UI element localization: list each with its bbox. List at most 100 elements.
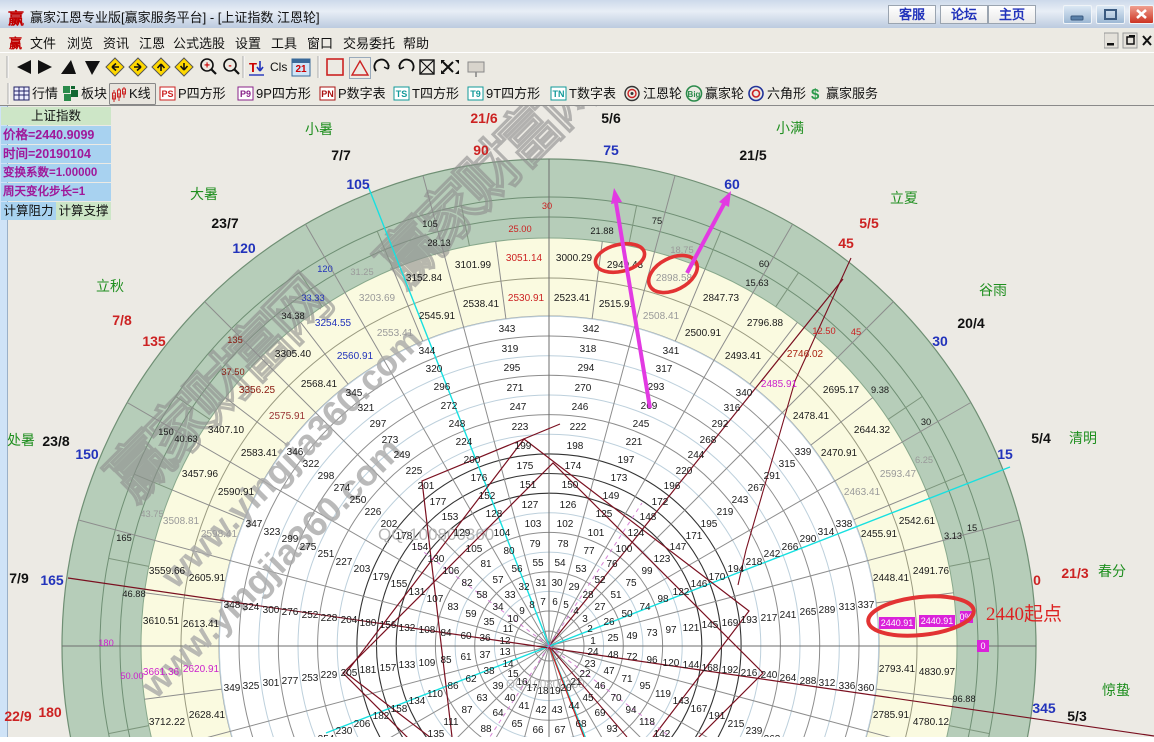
svg-text:111: 111 bbox=[443, 717, 459, 728]
svg-text:3203.69: 3203.69 bbox=[359, 293, 396, 304]
svg-text:271: 271 bbox=[507, 383, 524, 394]
svg-text:2583.41: 2583.41 bbox=[241, 448, 278, 459]
svg-text:317: 317 bbox=[656, 364, 673, 375]
svg-text:3508.81: 3508.81 bbox=[163, 516, 200, 527]
svg-text:P四方形: P四方形 bbox=[178, 86, 226, 101]
svg-text:180: 180 bbox=[98, 638, 114, 648]
svg-text:180: 180 bbox=[360, 618, 377, 629]
svg-text:123: 123 bbox=[654, 554, 671, 565]
svg-text:77: 77 bbox=[583, 546, 595, 557]
svg-text:25.00: 25.00 bbox=[508, 224, 531, 234]
svg-text:62: 62 bbox=[465, 674, 477, 685]
svg-text:297: 297 bbox=[370, 419, 387, 430]
svg-text:66: 66 bbox=[532, 725, 544, 736]
svg-text:T数字表: T数字表 bbox=[569, 86, 616, 101]
svg-text:71: 71 bbox=[621, 674, 633, 685]
svg-text:90: 90 bbox=[473, 142, 489, 158]
svg-text:84: 84 bbox=[440, 628, 452, 639]
svg-text:惊蛰: 惊蛰 bbox=[1102, 682, 1130, 698]
svg-text:203: 203 bbox=[354, 564, 371, 575]
svg-text:2470.91: 2470.91 bbox=[821, 448, 858, 459]
svg-text:大暑: 大暑 bbox=[190, 186, 218, 202]
svg-text:9: 9 bbox=[519, 606, 525, 617]
svg-text:88: 88 bbox=[480, 724, 492, 735]
svg-text:64: 64 bbox=[492, 708, 504, 719]
svg-text:81: 81 bbox=[480, 559, 492, 570]
svg-text:274: 274 bbox=[334, 483, 351, 494]
svg-text:61: 61 bbox=[460, 652, 472, 663]
svg-text:133: 133 bbox=[399, 660, 416, 671]
svg-text:158: 158 bbox=[391, 704, 408, 715]
svg-text:2590.91: 2590.91 bbox=[218, 487, 255, 498]
svg-text:30: 30 bbox=[542, 201, 552, 211]
svg-text:194: 194 bbox=[728, 564, 745, 575]
svg-text:121: 121 bbox=[683, 623, 700, 634]
svg-text:360: 360 bbox=[858, 683, 875, 694]
svg-text:296: 296 bbox=[434, 382, 451, 393]
svg-text:TN: TN bbox=[553, 89, 565, 99]
svg-text:343: 343 bbox=[499, 324, 516, 335]
svg-text:129: 129 bbox=[454, 528, 471, 539]
svg-text:42: 42 bbox=[535, 705, 547, 716]
svg-text:2515.91: 2515.91 bbox=[599, 299, 636, 310]
svg-text:2785.91: 2785.91 bbox=[873, 710, 910, 721]
svg-text:11: 11 bbox=[503, 624, 514, 635]
svg-text:182: 182 bbox=[373, 711, 390, 722]
svg-text:191: 191 bbox=[709, 711, 726, 722]
svg-text:9P四方形: 9P四方形 bbox=[256, 86, 311, 101]
svg-text:2440.91: 2440.91 bbox=[881, 618, 914, 628]
svg-text:21/5: 21/5 bbox=[739, 147, 766, 163]
svg-text:2568.41: 2568.41 bbox=[301, 379, 338, 390]
svg-text:118: 118 bbox=[639, 717, 655, 728]
svg-text:12: 12 bbox=[499, 636, 511, 647]
svg-text:100: 100 bbox=[616, 544, 633, 555]
svg-text:82: 82 bbox=[461, 578, 473, 589]
svg-text:1: 1 bbox=[590, 636, 596, 647]
svg-text:268: 268 bbox=[700, 435, 717, 446]
svg-text:110: 110 bbox=[427, 689, 443, 700]
svg-text:49: 49 bbox=[626, 631, 638, 642]
svg-text:60: 60 bbox=[759, 259, 769, 269]
svg-text:75: 75 bbox=[603, 142, 619, 158]
svg-text:4: 4 bbox=[573, 606, 579, 617]
svg-text:181: 181 bbox=[360, 665, 377, 676]
svg-text:157: 157 bbox=[380, 663, 397, 674]
svg-text:谷雨: 谷雨 bbox=[979, 282, 1007, 298]
svg-text:76: 76 bbox=[606, 559, 618, 570]
svg-text:152: 152 bbox=[479, 491, 496, 502]
svg-text:2796.88: 2796.88 bbox=[747, 318, 784, 329]
svg-text:2508.41: 2508.41 bbox=[643, 311, 680, 322]
svg-text:340: 340 bbox=[736, 388, 753, 399]
svg-text:0: 0 bbox=[1033, 572, 1041, 588]
svg-text:104: 104 bbox=[494, 528, 511, 539]
svg-text:2478.41: 2478.41 bbox=[793, 411, 830, 422]
svg-text:小满: 小满 bbox=[776, 120, 804, 136]
svg-text:124: 124 bbox=[628, 528, 645, 539]
svg-text:120: 120 bbox=[317, 264, 333, 274]
svg-text:34: 34 bbox=[492, 602, 504, 613]
svg-text:135: 135 bbox=[428, 729, 445, 737]
svg-text:223: 223 bbox=[512, 422, 529, 433]
svg-text:37: 37 bbox=[479, 650, 491, 661]
svg-text:K线: K线 bbox=[129, 86, 151, 101]
svg-text:2491.76: 2491.76 bbox=[913, 566, 950, 577]
svg-text:51: 51 bbox=[610, 590, 622, 601]
svg-text:225: 225 bbox=[406, 466, 423, 477]
svg-text:17: 17 bbox=[526, 683, 538, 694]
svg-text:150: 150 bbox=[75, 446, 99, 462]
svg-text:2620.91: 2620.91 bbox=[183, 664, 220, 675]
svg-text:6.25: 6.25 bbox=[915, 455, 933, 465]
svg-text:220: 220 bbox=[676, 466, 693, 477]
svg-text:T9: T9 bbox=[470, 89, 481, 99]
svg-text:241: 241 bbox=[780, 610, 797, 621]
svg-text:337: 337 bbox=[858, 600, 875, 611]
svg-text:2628.41: 2628.41 bbox=[189, 710, 226, 721]
svg-text:78: 78 bbox=[557, 539, 569, 550]
svg-text:215: 215 bbox=[728, 719, 745, 730]
svg-text:178: 178 bbox=[396, 531, 413, 542]
svg-text:289: 289 bbox=[819, 605, 836, 616]
svg-text:245: 245 bbox=[633, 419, 650, 430]
svg-text:106: 106 bbox=[443, 566, 460, 577]
svg-text:Cls: Cls bbox=[270, 60, 287, 74]
svg-text:57: 57 bbox=[492, 575, 504, 586]
